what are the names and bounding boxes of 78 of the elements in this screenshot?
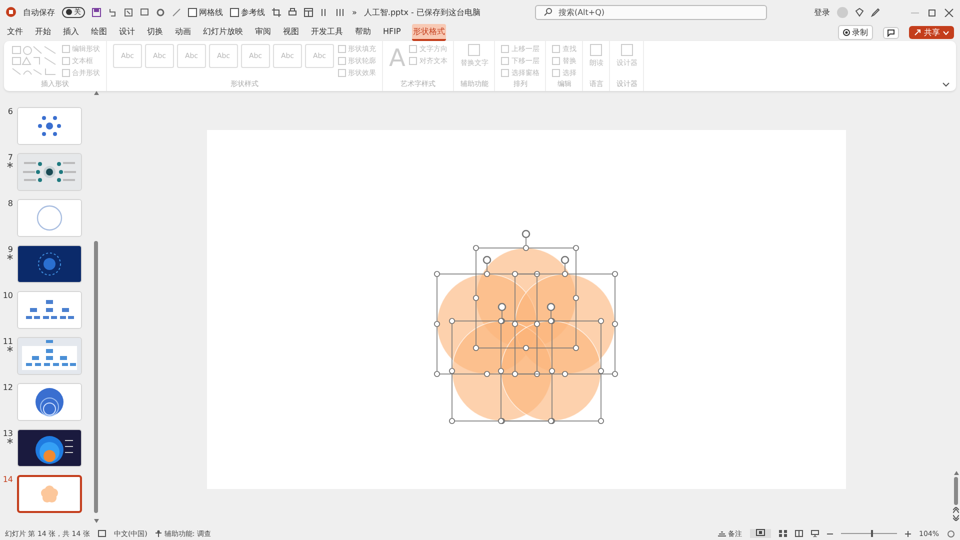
selection-frame[interactable] [498,302,604,424]
columns-icon[interactable] [336,8,345,16]
accessibility-icon[interactable] [155,530,162,537]
printer-icon[interactable] [288,8,297,16]
previous-slide-icon[interactable] [953,507,959,513]
scrollbar-thumb[interactable] [94,241,98,513]
command-icon [590,44,602,56]
diamond-icon[interactable] [855,8,864,16]
table-icon[interactable] [304,8,313,16]
selection-frame[interactable] [512,255,618,376]
selection-frame[interactable] [472,229,578,350]
document-title: 人工智.pptx - 已保存到这台电脑 [364,6,480,18]
sign-in-link[interactable]: 登录 [814,6,830,18]
slide-sorter-icon[interactable] [778,530,787,537]
command-icon [468,44,480,56]
menu-tab[interactable]: 设计 [118,24,136,41]
caret-icon [943,30,949,34]
menu-tab[interactable]: 开发工具 [310,24,344,41]
slide-number: 7 [8,153,13,162]
selection-frame[interactable] [434,255,540,376]
next-slide-icon[interactable] [953,515,959,521]
app-logo-icon [6,7,16,17]
menu-tab[interactable]: HFIP [382,25,402,40]
share-button[interactable]: 共享 [909,26,954,39]
slide-number: 9 [8,245,13,254]
checkbox-label: 参考线 [241,6,265,18]
menu-tab[interactable]: 形状格式 [412,24,446,41]
record-icon [843,29,850,36]
comment-button[interactable] [883,26,899,38]
menu-tab[interactable]: 文件 [6,24,24,41]
slideshow-icon[interactable] [810,530,819,537]
slide-icon[interactable] [140,8,149,16]
slide-number: 14 [2,475,13,484]
expand-ribbon-icon[interactable] [942,82,950,88]
circle-shape[interactable] [500,320,601,421]
menu-tab[interactable]: 开始 [34,24,52,41]
menu-tab[interactable]: 帮助 [354,24,372,41]
restore-icon[interactable] [927,8,937,16]
scroll-up-icon[interactable] [954,471,958,475]
close-icon[interactable] [944,8,954,16]
slide-number: 11 [2,337,13,346]
zoom-in-icon[interactable] [904,530,911,536]
share-icon [914,29,921,36]
slide-number: 10 [2,291,13,300]
zoom-out-icon[interactable] [826,530,833,536]
command-icon [620,44,633,56]
menu-tab[interactable]: 切换 [146,24,164,41]
checkbox-label: 网格线 [199,6,223,18]
checkbox[interactable] [188,8,197,16]
notes-icon [718,530,726,536]
menu-tab[interactable]: 幻灯片放映 [202,24,244,41]
autosave-label: 自动保存 [23,6,55,18]
overflow-button[interactable]: » [352,8,357,16]
save-icon[interactable] [92,8,101,16]
slide-number: 12 [2,383,13,392]
scrollbar-thumb[interactable] [954,477,958,505]
menu-tab[interactable]: 绘图 [90,24,108,41]
menu-tab[interactable]: 动画 [174,24,192,41]
redo-icon[interactable] [124,8,133,16]
normal-view-icon[interactable] [756,529,765,536]
search-field[interactable]: 搜索(Alt+Q) [535,4,768,20]
crop-icon[interactable] [272,8,281,16]
record-button[interactable]: 录制 [838,25,873,40]
comment-icon [887,28,895,36]
checkbox[interactable] [230,8,239,16]
undo-icon[interactable] [108,8,117,16]
menu-tab[interactable]: 插入 [62,24,80,41]
zoom-slider-thumb[interactable] [870,530,873,537]
slide-thumbnail[interactable] [17,475,82,513]
slide-number: 8 [8,199,13,208]
slide-number: 13 [2,429,13,438]
shapes-gallery-drawing [10,44,58,76]
slide-number: 6 [8,107,13,116]
menu-tab[interactable]: 审阅 [254,24,272,41]
menu-tab[interactable]: 视图 [282,24,300,41]
scroll-down-icon[interactable] [94,519,98,523]
search-icon [544,8,552,16]
reading-view-icon[interactable] [794,530,803,537]
